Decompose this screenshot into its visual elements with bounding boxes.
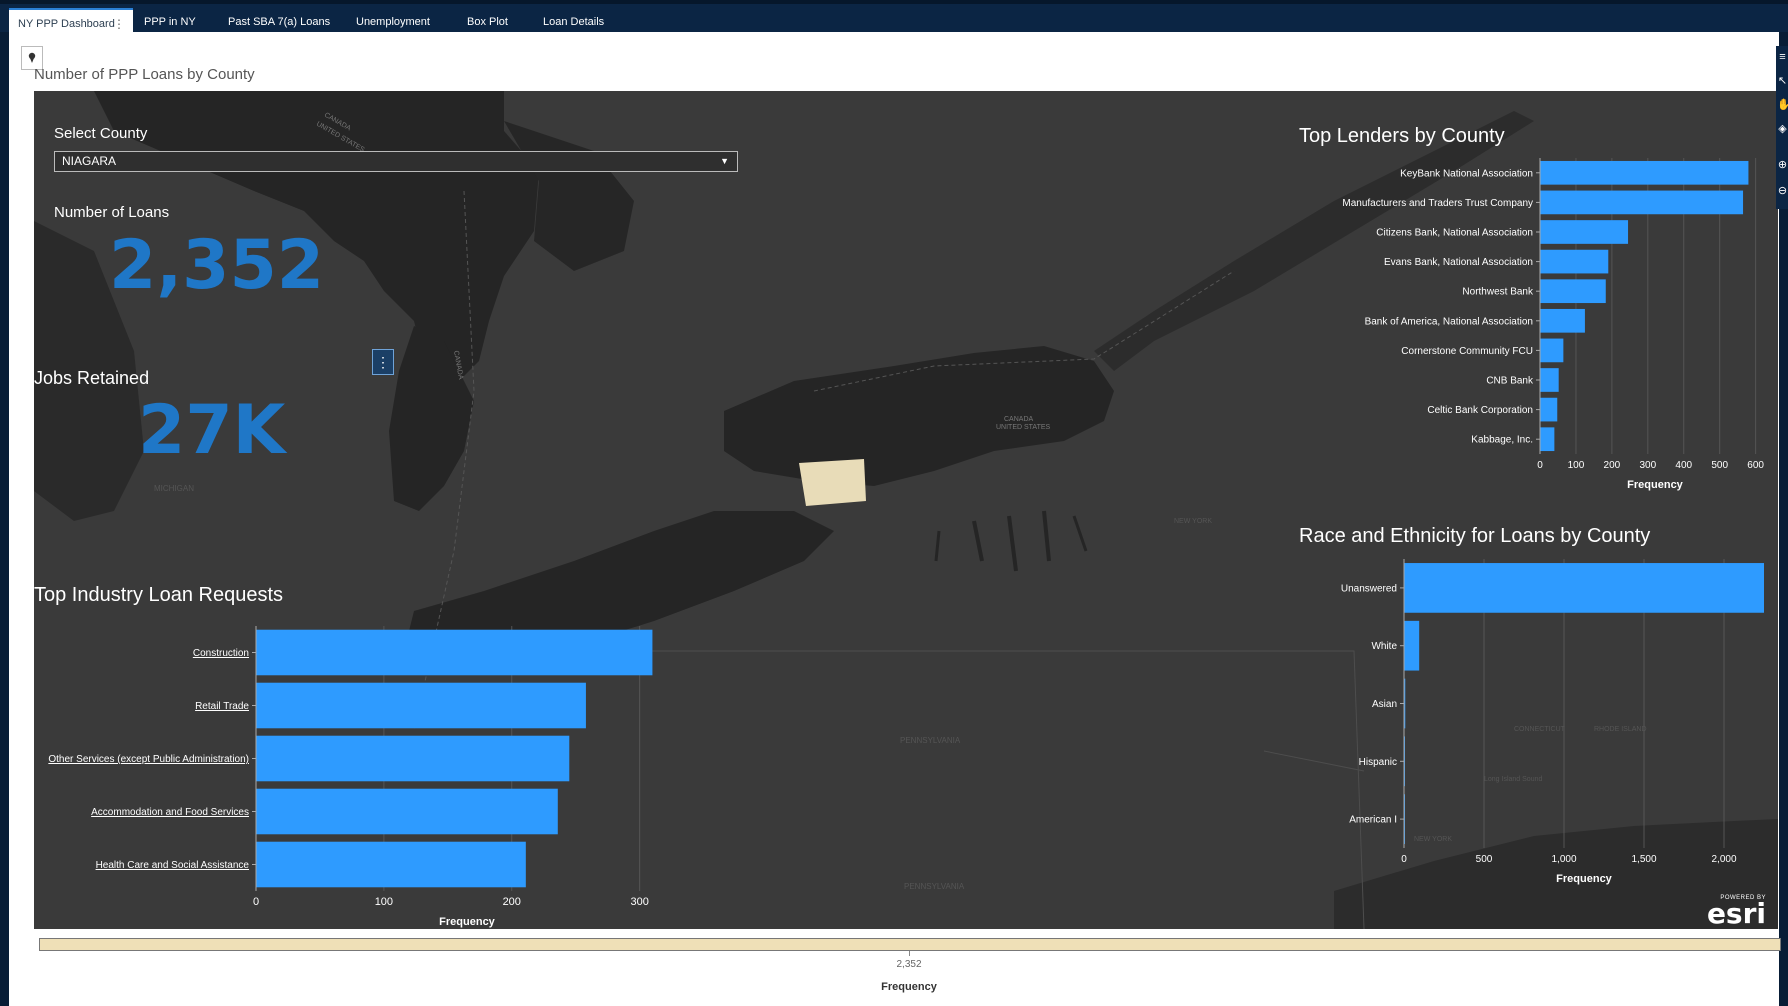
map-place-label: NEW YORK [1174,518,1212,525]
pin-icon [28,52,36,63]
tab-label: NY PPP Dashboard [18,18,115,30]
industry-chart: 0 100 200 300 Construction Retail Trade Other … [48,626,653,928]
map-view[interactable]: CANADA UNITED STATES CANADA MICHIGAN CAN… [34,91,1778,929]
more-options-icon[interactable]: ⋮ [372,349,394,375]
chevron-down-icon: ▼ [720,156,729,166]
zoom-in-icon[interactable]: ⊕ [1777,156,1788,174]
list-icon[interactable]: ≡ [1777,48,1788,66]
x-axis-label: Frequency [439,916,496,928]
category-label: Health Care and Social Assistance [96,860,250,871]
x-tick-label: 300 [630,896,648,908]
category-label: White [1371,641,1397,652]
bar [1540,368,1559,392]
bar [1540,338,1564,363]
bar [256,682,586,729]
bar [256,735,570,782]
x-axis-label: Frequency [1627,479,1684,491]
race-chart: 0 500 1,000 1,500 2,000 Unanswered White Asian H… [1341,559,1764,885]
frequency-axis-label: Frequency [881,981,937,993]
bar [1540,190,1744,215]
x-tick-label: 600 [1747,460,1764,471]
tab-bar: NY PPP Dashboard ⋮ PPP in NY Past SBA 7(… [0,0,1788,36]
x-tick-label: 400 [1675,460,1692,471]
bar [256,788,558,835]
esri-logo: POWERED BY esri [1706,895,1766,929]
x-tick-label: 0 [1401,854,1407,865]
dashboard-page: NY PPP Dashboard ⋮ PPP in NY Past SBA 7(… [0,0,1788,1006]
x-tick-label: 100 [375,896,393,908]
loans-label: Number of Loans [54,204,170,221]
bar [1540,160,1749,185]
category-label: Citizens Bank, National Association [1376,228,1533,239]
category-label: CNB Bank [1486,376,1534,387]
county-select[interactable]: NIAGARA ▼ [54,151,738,172]
x-tick-label: 0 [1537,460,1543,471]
left-edge [0,32,9,1006]
x-tick-label: 100 [1568,460,1585,471]
category-label: Cornerstone Community FCU [1401,346,1533,357]
bar [1404,563,1764,613]
county-select-value: NIAGARA [62,154,117,168]
lenders-chart: 0 100 200 300 400 500 600 KeyBank National Asso… [1342,158,1764,491]
bar [1540,397,1558,422]
category-label: Bank of America, National Association [1365,316,1533,327]
x-tick-label: 1,000 [1551,854,1576,865]
x-tick-label: 500 [1476,854,1493,865]
x-tick-label: 300 [1639,460,1656,471]
category-label: Retail Trade [195,701,249,712]
map-toolbar: ≡ ↖ ✋ ◈ ⊕ ⊖ [1776,46,1788,209]
map-place-label: CANADA [1004,416,1034,423]
x-tick-label: 2,000 [1711,854,1736,865]
category-label: Unanswered [1341,583,1397,594]
category-label: Other Services (except Public Administra… [48,754,249,765]
bar [256,841,526,888]
x-tick-label: 200 [503,896,521,908]
map-title: Number of PPP Loans by County [34,66,255,83]
bar [1404,620,1420,671]
category-label: Celtic Bank Corporation [1427,405,1533,416]
industry-chart-title: Top Industry Loan Requests [34,584,284,606]
category-label: American I [1349,815,1397,826]
map-place-label: MICHIGAN [154,484,194,493]
map-place-label: PENNSYLVANIA [904,882,965,891]
x-axis-label: Frequency [1556,873,1613,885]
pan-icon[interactable]: ✋ [1777,96,1788,114]
bar [1540,249,1609,274]
x-tick-label: 1,500 [1631,854,1656,865]
select-county-label: Select County [54,125,148,142]
category-label: Manufacturers and Traders Trust Company [1342,198,1533,209]
x-tick-label: 0 [253,896,259,908]
x-tick-label: 200 [1604,460,1621,471]
frequency-value: 2,352 [896,959,922,970]
category-label: Evans Bank, National Association [1384,257,1533,268]
esri-wordmark: esri [1706,897,1766,929]
lenders-chart-title: Top Lenders by County [1299,125,1505,147]
map-place-label: UNITED STATES [996,424,1051,431]
expand-icon[interactable]: ↖ [1777,72,1788,90]
jobs-kpi-value: 27K [138,391,286,470]
frequency-bar [39,938,1781,951]
layers-icon[interactable]: ◈ [1777,120,1788,138]
bar [256,629,653,676]
category-label: KeyBank National Association [1400,168,1533,179]
frequency-tick [909,951,910,956]
category-label: Northwest Bank [1462,287,1534,298]
category-label: Asian [1372,699,1397,710]
bar [1540,220,1629,244]
bar [1540,279,1606,304]
zoom-out-icon[interactable]: ⊖ [1777,182,1788,200]
map-place-label: PENNSYLVANIA [900,736,961,745]
bar [1540,427,1555,452]
race-chart-title: Race and Ethnicity for Loans by County [1299,525,1651,547]
jobs-label: Jobs Retained [34,368,150,388]
bar [1540,308,1585,333]
category-label: Accommodation and Food Services [91,807,249,818]
niagara-county-highlight [799,459,866,506]
category-label: Hispanic [1359,757,1397,768]
loans-kpi-value: 2,352 [109,226,325,305]
category-label: Construction [193,648,249,659]
x-tick-label: 500 [1711,460,1728,471]
category-label: Kabbage, Inc. [1471,435,1533,446]
